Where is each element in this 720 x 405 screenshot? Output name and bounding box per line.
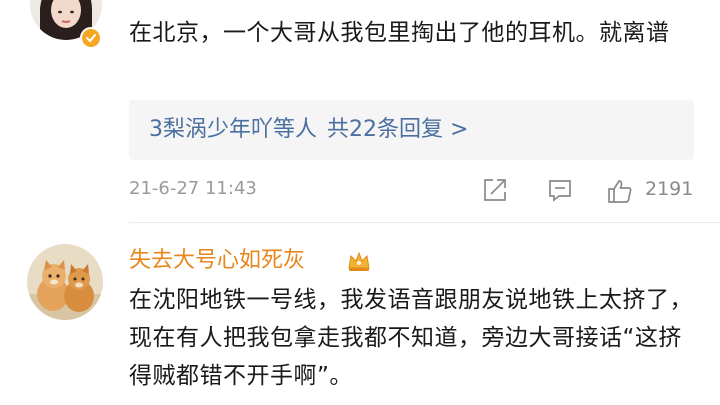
comment-text: 在沈阳地铁一号线，我发语音跟朋友说地铁上太挤了，现在有人把我包拿走我都不知道，旁…	[129, 287, 693, 389]
crown-icon	[346, 248, 372, 274]
like-count: 2191	[645, 178, 694, 200]
reply-names: 3梨涡少年吖等人	[149, 117, 317, 142]
comment-item: 在北京，一个大哥从我包里掏出了他的耳机。就离谱 3梨涡少年吖等人 共22条回复 >…	[0, 0, 720, 225]
reply-preview[interactable]: 3梨涡少年吖等人 共22条回复 >	[129, 100, 694, 160]
chevron-right-icon: >	[450, 117, 469, 142]
comment-text: 在北京，一个大哥从我包里掏出了他的耳机。就离谱	[129, 20, 670, 46]
share-icon[interactable]	[482, 177, 508, 203]
avatar[interactable]	[27, 244, 103, 320]
comment-timestamp: 21-6-27 11:43	[129, 178, 257, 199]
verified-badge-icon	[80, 27, 102, 49]
divider	[129, 222, 720, 223]
reply-count: 共22条回复	[327, 117, 443, 142]
username[interactable]: 失去大号心如死灰	[129, 246, 305, 276]
like-icon[interactable]	[606, 177, 632, 203]
comment-icon[interactable]	[547, 177, 573, 203]
view-replies-link[interactable]: 3梨涡少年吖等人 共22条回复 >	[149, 113, 468, 147]
